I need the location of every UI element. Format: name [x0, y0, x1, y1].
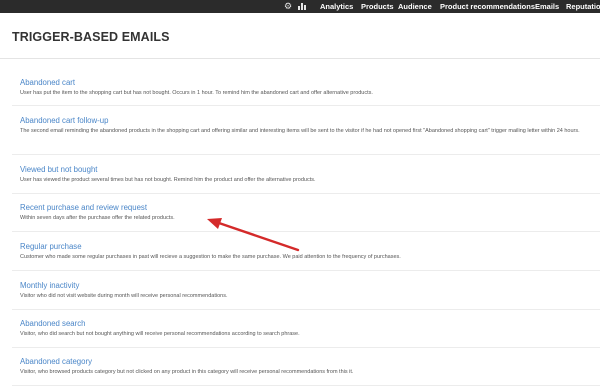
- annotation-arrow-head: [207, 218, 222, 229]
- annotation-arrow-line: [214, 220, 300, 252]
- annotation-arrow: [207, 218, 300, 252]
